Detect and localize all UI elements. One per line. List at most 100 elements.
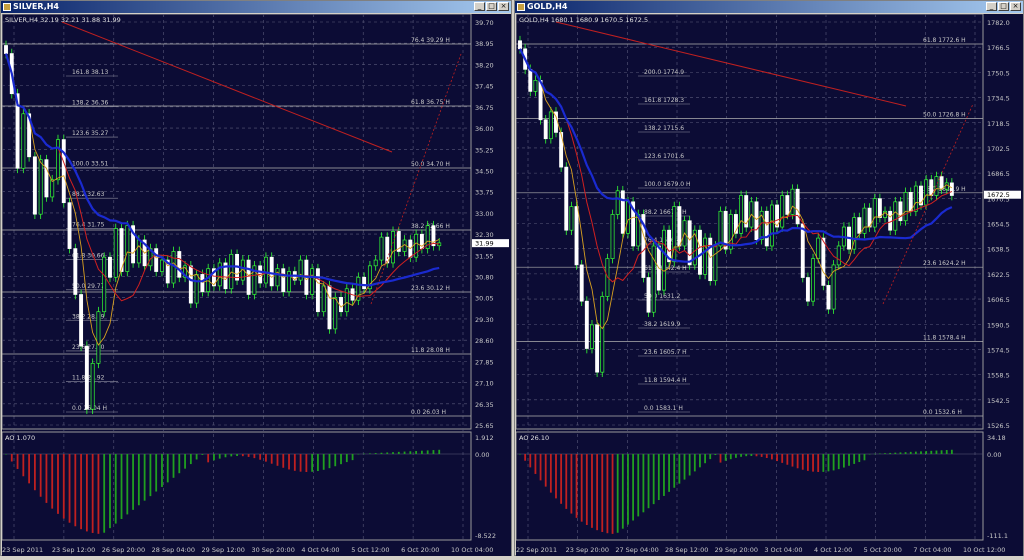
minimize-button[interactable]: _	[474, 2, 485, 11]
ao-bar	[259, 454, 262, 460]
candle-body	[108, 256, 112, 278]
window-titlebar[interactable]: SILVER,H4 _ □ ×	[1, 1, 511, 13]
time-tick-label: 28 Sep 12:00	[665, 546, 708, 554]
ao-bar	[678, 454, 681, 484]
candle-body	[697, 229, 702, 275]
ao-bar	[719, 454, 722, 463]
candle-body	[615, 190, 620, 215]
price-tick-label: 36.75	[475, 104, 494, 112]
ao-bar	[755, 454, 758, 457]
ao-bar	[544, 454, 547, 487]
chart-area[interactable]: 1782.0 1766.5 1750.5 1734.5 1718.5 1702.5 1686…	[515, 13, 1023, 560]
candle-body	[310, 268, 315, 295]
ao-bar	[683, 454, 686, 480]
minimize-button[interactable]: _	[986, 2, 997, 11]
candle-body	[373, 259, 378, 267]
ao-bar	[397, 451, 400, 454]
ao-bar	[848, 454, 850, 466]
ao-bar	[91, 454, 94, 533]
time-tick-label: 23 Sep 2011	[2, 546, 43, 554]
ao-bar	[120, 454, 123, 519]
candle-body	[102, 256, 107, 313]
candle-body	[769, 204, 774, 247]
time-tick-label: 4 Oct 04:00	[301, 546, 339, 554]
ao-bar	[735, 454, 737, 458]
candle-body	[61, 139, 66, 204]
ao-bar	[621, 454, 624, 529]
fibo-level-label: 50.0 34.70 H	[411, 161, 450, 168]
maximize-button[interactable]: □	[486, 2, 497, 11]
ao-bar	[570, 454, 573, 514]
candle-body	[67, 202, 72, 249]
ao-bar	[137, 454, 140, 506]
maximize-button[interactable]: □	[998, 2, 1009, 11]
candle-body	[888, 210, 893, 231]
ao-bar	[143, 454, 146, 501]
candle-body	[877, 198, 882, 218]
chart-window-icon	[3, 3, 11, 11]
ao-bar	[765, 454, 768, 459]
gold-chart-window[interactable]: GOLD,H4 _ □ × 1782.0 1766.5 1750.5 1734.5 17…	[514, 0, 1024, 556]
price-tick-label: 1558.5	[987, 372, 1010, 380]
ao-bar	[616, 454, 619, 533]
candle-body	[913, 185, 918, 212]
ao-tick-label: -8.522	[475, 532, 496, 540]
ao-bar	[740, 454, 742, 457]
candle-body	[385, 236, 390, 264]
time-tick-label: 5 Oct 20:00	[864, 546, 902, 554]
time-tick-label: 29 Sep 20:00	[715, 546, 758, 554]
ao-bar	[109, 454, 111, 529]
candle-body	[574, 206, 579, 266]
ao-bar	[172, 454, 175, 478]
ao-bar	[253, 454, 256, 459]
time-tick-label: 23 Sep 20:00	[566, 546, 609, 554]
ao-bar	[85, 454, 88, 532]
price-tick-label: 35.25	[475, 146, 494, 154]
ao-bar	[786, 454, 789, 465]
ao-bar	[392, 452, 394, 454]
ao-bar	[276, 454, 279, 466]
chart-area[interactable]: 39.70 38.95 38.20 37.45 36.75 36.00 35.25 34.50…	[1, 13, 511, 560]
close-button[interactable]: ×	[1010, 2, 1021, 11]
candle-body	[687, 220, 692, 266]
ao-bar	[884, 453, 886, 454]
window-titlebar[interactable]: GOLD,H4 _ □ ×	[515, 1, 1023, 13]
silver-chart-window[interactable]: SILVER,H4 _ □ × 39.70 38.95 38.20 37.45 36.7…	[0, 0, 512, 556]
candle-body	[518, 40, 522, 50]
candle-body	[32, 156, 37, 215]
candle-body	[862, 207, 867, 234]
price-tick-label: 26.35	[475, 401, 494, 409]
ao-bar	[750, 454, 753, 457]
price-tick-label: 1782.0	[987, 19, 1010, 27]
fibo-expansion-label: 38.2 1619.9	[644, 321, 680, 328]
candle-body	[821, 237, 826, 286]
candle-body	[188, 265, 193, 304]
price-tick-label: 33.00	[475, 210, 494, 218]
ao-bar	[334, 454, 337, 467]
candle-body	[677, 206, 682, 247]
fibo-level-label: 23.6 30.12 H	[411, 285, 450, 292]
ao-bar	[812, 454, 814, 472]
ao-bar	[409, 451, 412, 454]
time-tick-label: 23 Sep 12:00	[52, 546, 95, 554]
ao-bar	[166, 454, 169, 483]
ao-bar	[241, 454, 244, 457]
price-chart[interactable]: 1782.0 1766.5 1750.5 1734.5 1718.5 1702.5 1686…	[515, 13, 1023, 556]
fibo-level-label: 0.0 26.03 H	[411, 409, 446, 416]
price-tick-label: 31.55	[475, 252, 494, 260]
price-chart[interactable]: 39.70 38.95 38.20 37.45 36.75 36.00 35.25 34.50…	[1, 13, 511, 556]
ao-bar	[791, 454, 794, 467]
ao-bar	[796, 454, 799, 469]
ao-bar	[776, 454, 778, 462]
ao-bar	[889, 452, 892, 454]
price-tick-label: 1526.5	[987, 422, 1010, 430]
ao-indicator-label: AO 1.070	[5, 434, 35, 442]
time-tick-label: 26 Sep 20:00	[102, 546, 145, 554]
price-tick-label: 1654.5	[987, 221, 1010, 229]
ao-bar	[363, 453, 366, 455]
current-price-label: 1672.5	[987, 191, 1010, 199]
fibo-level-label: 0.0 1532.6 H	[923, 409, 962, 416]
close-button[interactable]: ×	[498, 2, 509, 11]
candle-body	[362, 276, 367, 290]
ao-bar	[103, 454, 106, 533]
